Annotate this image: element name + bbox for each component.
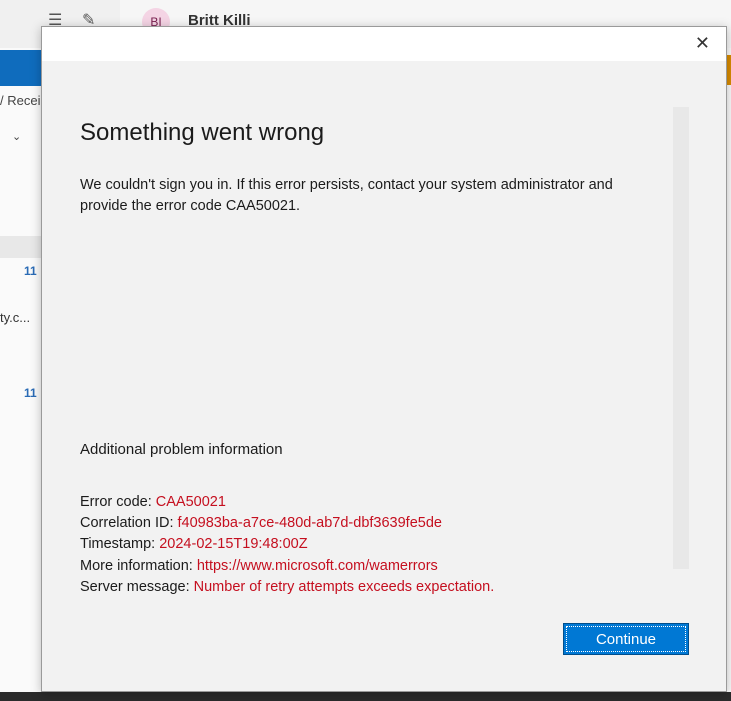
more-info-row: More information: https://www.microsoft.… (80, 556, 494, 577)
error-code-row: Error code: CAA50021 (80, 492, 494, 513)
row-date: 11 (24, 264, 37, 278)
correlation-id: f40983ba-a7ce-480d-ab7d-dbf3639fe5de (177, 515, 442, 532)
error-code: CAA50021 (155, 494, 226, 510)
dialog-titlebar: ✕ (42, 27, 726, 61)
timestamp: 2024-02-15T19:48:00Z (159, 536, 308, 553)
folder-label: / Recei (0, 93, 41, 108)
detail-label: More information: (80, 557, 197, 574)
correlation-id-row: Correlation ID: f40983ba-a7ce-480d-ab7d-… (80, 513, 494, 534)
taskbar (0, 692, 731, 701)
dialog-title: Something went wrong (80, 119, 325, 146)
ribbon-bar (0, 50, 41, 86)
chevron-down-icon[interactable]: ⌄ (12, 130, 21, 143)
timestamp-row: Timestamp: 2024-02-15T19:48:00Z (80, 534, 494, 555)
row-date: 11 (24, 386, 37, 400)
server-message-row: Server message: Number of retry attempts… (80, 577, 494, 598)
detail-label: Timestamp: (80, 536, 160, 553)
error-dialog: ✕ Something went wrong We couldn't sign … (41, 26, 727, 692)
server-message: Number of retry attempts exceeds expecta… (193, 578, 495, 595)
selected-row[interactable] (0, 236, 41, 258)
continue-button[interactable]: Continue (563, 623, 689, 655)
additional-info-heading: Additional problem information (80, 441, 283, 458)
detail-label: Correlation ID: (80, 515, 178, 532)
close-icon[interactable]: ✕ (695, 33, 710, 54)
detail-label: Server message: (80, 578, 194, 595)
error-details: Error code: CAA50021 Correlation ID: f40… (80, 492, 494, 598)
scrollbar[interactable] (673, 107, 689, 569)
error-message: We couldn't sign you in. If this error p… (80, 177, 613, 214)
ribbon-accent (727, 55, 731, 85)
detail-label: Error code: (80, 494, 156, 510)
more-info-link[interactable]: https://www.microsoft.com/wamerrors (197, 558, 438, 574)
row-preview: ty.c... (0, 310, 31, 325)
